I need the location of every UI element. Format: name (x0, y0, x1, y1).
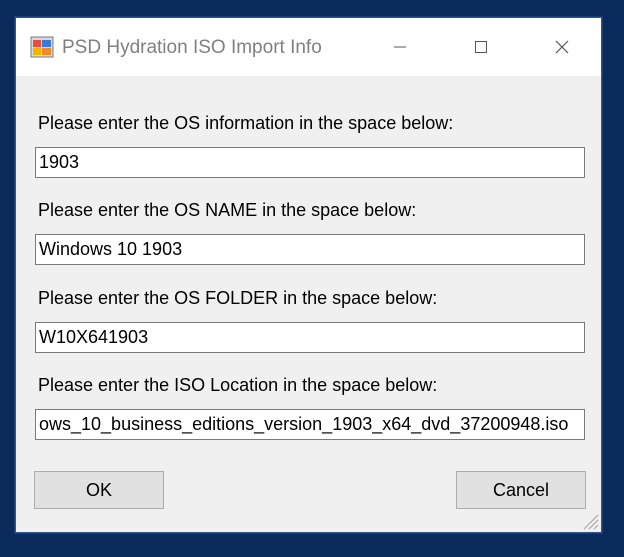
title-bar[interactable]: PSD Hydration ISO Import Info (16, 18, 601, 76)
resize-grip-icon[interactable] (579, 510, 599, 530)
close-button[interactable] (534, 18, 590, 76)
cancel-button[interactable]: Cancel (456, 471, 586, 509)
os-name-label: Please enter the OS NAME in the space be… (38, 200, 417, 220)
minimize-icon (393, 40, 407, 54)
window-title: PSD Hydration ISO Import Info (62, 37, 322, 58)
dialog-window: PSD Hydration ISO Import Info Please ent… (15, 17, 602, 533)
os-folder-input[interactable]: W10X641903 (35, 322, 585, 353)
maximize-button[interactable] (453, 18, 509, 76)
maximize-icon (474, 40, 488, 54)
iso-location-label: Please enter the ISO Location in the spa… (38, 375, 438, 395)
minimize-button[interactable] (372, 18, 428, 76)
iso-location-input[interactable]: ows_10_business_editions_version_1903_x6… (35, 409, 585, 440)
os-info-label: Please enter the OS information in the s… (38, 113, 454, 133)
os-info-input[interactable]: 1903 (35, 147, 585, 178)
os-folder-label: Please enter the OS FOLDER in the space … (38, 288, 438, 308)
close-icon (554, 39, 570, 55)
app-window-icon (30, 36, 54, 58)
os-name-input[interactable]: Windows 10 1903 (35, 234, 585, 265)
ok-button[interactable]: OK (34, 471, 164, 509)
